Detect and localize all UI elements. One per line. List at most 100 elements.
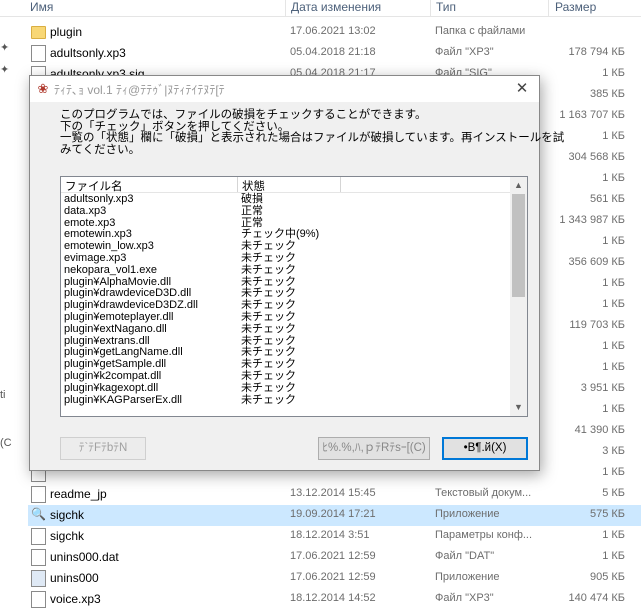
- list-item[interactable]: nekopara_vol1.exe 未チェック: [61, 263, 511, 277]
- file-icon: [31, 549, 46, 566]
- file-size: 1 КБ: [602, 403, 625, 415]
- pin-icon: ✦: [0, 64, 10, 76]
- file-size: 1 КБ: [602, 529, 625, 541]
- abort-button[interactable]: ﾋ%.%,ﾊ,ｐﾃRﾃsｰ[(C): [318, 437, 430, 460]
- nav-pane-fragment: (C: [0, 437, 12, 449]
- column-name-header[interactable]: Имя: [30, 0, 53, 14]
- sigchk-dialog: ❀ ﾃｨﾃ､ｮ vol.1 ﾃｨ@ﾃﾃｩﾞ|ﾇﾃｨﾃｲﾃﾇﾃ[ﾃ ✕ このプログ…: [29, 75, 565, 471]
- file-date: 05.04.2018 21:18: [290, 46, 376, 58]
- file-size: 1 163 707 КБ: [559, 109, 625, 121]
- file-row[interactable]: readme_jp 13.12.2014 15:45 Текстовый докум…: [28, 484, 641, 505]
- file-size: 140 474 КБ: [568, 592, 625, 604]
- file-name: voice.xp3: [50, 592, 101, 606]
- file-date: 17.06.2021 12:59: [290, 550, 376, 562]
- file-size: 905 КБ: [589, 571, 625, 583]
- file-date: 19.09.2014 17:21: [290, 508, 376, 520]
- scroll-thumb[interactable]: [512, 194, 525, 297]
- list-item[interactable]: data.xp3 正常: [61, 205, 511, 218]
- file-size: 119 703 КБ: [569, 319, 625, 331]
- file-name: plugin: [50, 25, 83, 39]
- file-size: 5 КБ: [602, 487, 625, 499]
- file-date: 17.06.2021 13:02: [290, 25, 376, 37]
- instructions-line: みてください。: [60, 143, 141, 156]
- file-size: 1 КБ: [602, 277, 625, 289]
- list-item-filename: plugin¥k2compat.dll: [64, 369, 162, 382]
- list-item-status: 未チェック: [241, 381, 296, 394]
- file-name: readme_jp: [50, 487, 107, 501]
- file-size: 3 951 КБ: [580, 382, 625, 394]
- list-item[interactable]: plugin¥emoteplayer.dll 未チェック: [61, 310, 511, 324]
- list-item[interactable]: plugin¥extNagano.dll 未チェック: [61, 322, 511, 336]
- file-row[interactable]: 🔍 sigchk 19.09.2014 17:21 Приложение 575 КБ: [28, 505, 641, 526]
- magnifier-icon: 🔍: [31, 507, 46, 521]
- scroll-up-icon[interactable]: ▲: [510, 177, 527, 194]
- scroll-down-icon[interactable]: ▼: [510, 399, 527, 416]
- list-item-status: 未チェック: [241, 251, 296, 264]
- file-date: 17.06.2021 12:59: [290, 571, 376, 583]
- file-row[interactable]: unins000 17.06.2021 12:59 Приложение 905 КБ: [28, 568, 641, 589]
- list-item-filename: plugin¥extNagano.dll: [64, 322, 167, 335]
- list-item[interactable]: evimage.xp3 未チェック: [61, 251, 511, 265]
- check-button[interactable]: ﾃ`ﾃFﾃbﾃN: [60, 437, 146, 460]
- list-col-status[interactable]: 状態: [242, 178, 265, 194]
- file-size: 1 КБ: [602, 235, 625, 247]
- column-type-header[interactable]: Тип: [436, 0, 456, 14]
- list-item-status: 未チェック: [241, 322, 296, 335]
- list-item[interactable]: plugin¥k2compat.dll 未チェック: [61, 369, 511, 383]
- file-size: 1 КБ: [602, 172, 625, 184]
- list-scrollbar[interactable]: ▲ ▼: [510, 177, 527, 416]
- file-date: 13.12.2014 15:45: [290, 487, 376, 499]
- list-item-filename: nekopara_vol1.exe: [64, 263, 157, 276]
- file-type: Приложение: [435, 571, 500, 583]
- dialog-titlebar[interactable]: ❀ ﾃｨﾃ､ｮ vol.1 ﾃｨ@ﾃﾃｩﾞ|ﾇﾃｨﾃｲﾃﾇﾃ[ﾃ ✕: [30, 76, 539, 102]
- file-size: 1 343 987 КБ: [559, 214, 625, 226]
- list-item[interactable]: adultsonly.xp3 破損: [61, 193, 511, 206]
- file-size: 1 КБ: [602, 298, 625, 310]
- file-type: Папка с файлами: [435, 25, 526, 37]
- list-header: ファイル名 状態: [61, 177, 511, 193]
- list-item[interactable]: plugin¥kagexopt.dll 未チェック: [61, 381, 511, 395]
- column-size-header[interactable]: Размер: [555, 0, 596, 14]
- file-row[interactable]: voice.xp3 18.12.2014 14:52 Файл "XP3" 140 4…: [28, 589, 641, 610]
- file-type: Файл "XP3": [435, 46, 494, 58]
- paw-icon: ❀: [37, 81, 49, 96]
- file-row[interactable]: adultsonly.xp3 05.04.2018 21:18 Файл "XP3"…: [28, 43, 641, 64]
- list-rows: adultsonly.xp3 破損 data.xp3 正常 emote.xp3 正常 emo…: [61, 193, 511, 407]
- file-row[interactable]: unins000.dat 17.06.2021 12:59 Файл "DAT" 1 …: [28, 547, 641, 568]
- close-icon[interactable]: ✕: [505, 76, 539, 102]
- list-item-filename: plugin¥kagexopt.dll: [64, 381, 159, 394]
- instructions-text: このプログラムでは、ファイルの破損をチェックすることができます。 下の「チェック…: [60, 109, 565, 156]
- file-row[interactable]: plugin 17.06.2021 13:02 Папка с файлами: [28, 22, 641, 43]
- list-item-status: 未チェック: [241, 310, 296, 323]
- file-size: 356 609 КБ: [568, 256, 625, 268]
- file-icon: [31, 486, 46, 503]
- dialog-title: ﾃｨﾃ､ｮ vol.1 ﾃｨ@ﾃﾃｩﾞ|ﾇﾃｨﾃｲﾃﾇﾃ[ﾃ: [54, 83, 225, 97]
- file-size: 1 КБ: [602, 550, 625, 562]
- file-row[interactable]: sigchk 18.12.2014 3:51 Параметры конф... 1 …: [28, 526, 641, 547]
- file-size: 1 КБ: [602, 466, 625, 478]
- column-date-header[interactable]: Дата изменения: [291, 0, 381, 14]
- list-item-status: 未チェック: [241, 369, 296, 382]
- nav-pane-fragment: ti: [0, 389, 6, 401]
- list-item[interactable]: plugin¥KAGParserEx.dll 未チェック: [61, 394, 511, 407]
- file-size: 561 КБ: [589, 193, 625, 205]
- config-file-icon: [31, 528, 46, 545]
- file-status-list[interactable]: ファイル名 状態 adultsonly.xp3 破損 data.xp3 正常 emote…: [60, 176, 528, 417]
- file-date: 18.12.2014 14:52: [290, 592, 376, 604]
- list-item-filename: evimage.xp3: [64, 251, 127, 264]
- file-size: 3 КБ: [602, 445, 625, 457]
- file-name: adultsonly.xp3: [50, 46, 126, 60]
- file-icon: [31, 591, 46, 608]
- close-button[interactable]: •B¶.й(X): [442, 437, 528, 460]
- file-name: unins000.dat: [50, 550, 119, 564]
- file-size: 178 794 КБ: [568, 46, 625, 58]
- list-col-filename[interactable]: ファイル名: [65, 178, 123, 194]
- instructions-line: 一覧の「状態」欄に「破損」と表示された場合はファイルが破損しています。再インスト…: [60, 132, 565, 144]
- file-size: 385 КБ: [589, 88, 625, 100]
- pin-icon: ✦: [0, 42, 10, 54]
- list-item-filename: plugin¥emoteplayer.dll: [64, 310, 174, 323]
- file-type: Файл "DAT": [435, 550, 495, 562]
- file-name: sigchk: [50, 508, 85, 522]
- list-item-status: 未チェック: [241, 263, 296, 276]
- file-name: unins000: [50, 571, 99, 585]
